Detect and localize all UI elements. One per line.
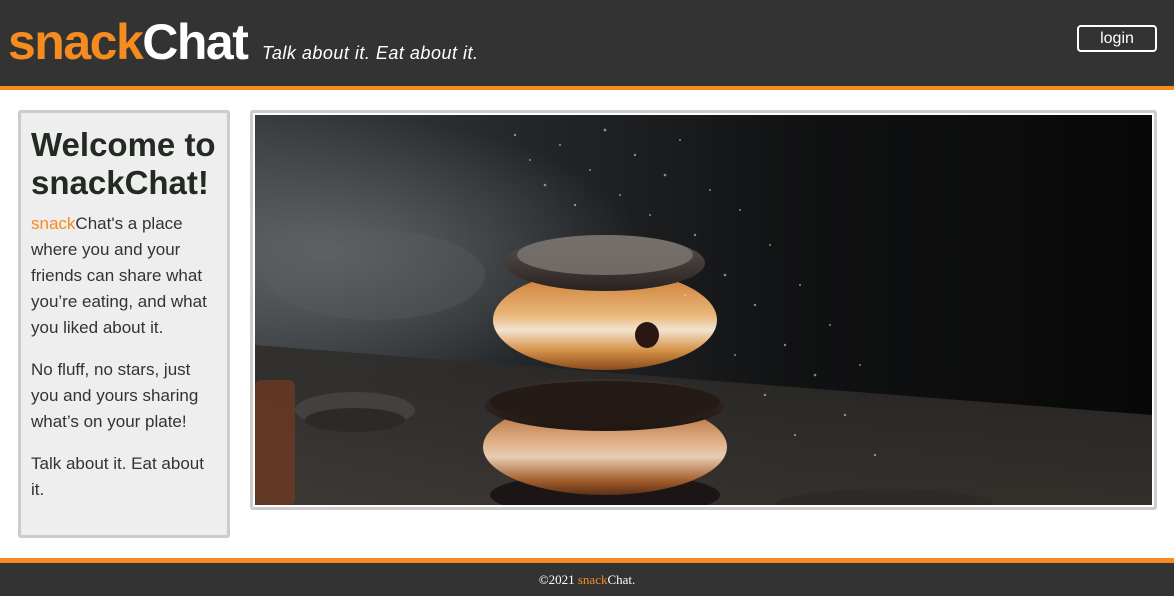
header-accent-rule bbox=[0, 86, 1174, 90]
logo-chat-text: Chat bbox=[142, 14, 249, 70]
slogan-paragraph: Talk about it. Eat about it. bbox=[31, 454, 204, 499]
no-fluff-paragraph: No fluff, no stars, just you and yours s… bbox=[31, 360, 199, 431]
site-tagline: Talk about it. Eat about it. bbox=[262, 43, 479, 63]
footer-chat-text: Chat. bbox=[607, 572, 636, 587]
login-button[interactable]: login bbox=[1077, 25, 1157, 52]
site-logo[interactable]: snackChat bbox=[8, 14, 249, 70]
hero-donut-image bbox=[255, 115, 1152, 505]
welcome-title: Welcome to snackChat! bbox=[31, 126, 216, 201]
site-header: snackChat Talk about it. Eat about it. l… bbox=[0, 0, 1174, 86]
intro-snack-text: snack bbox=[31, 214, 76, 233]
intro-paragraph: snackChat's a place where you and your f… bbox=[31, 211, 217, 341]
footer-copyright-text: ©2021 bbox=[538, 572, 578, 587]
footer-snack-text: snack bbox=[577, 572, 608, 587]
site-footer: ©2021 snackChat. bbox=[0, 563, 1174, 596]
logo-snack-text: snack bbox=[8, 14, 144, 70]
welcome-sidebar: Welcome to snackChat! snackChat's a plac… bbox=[18, 110, 230, 538]
hero-image-frame bbox=[250, 110, 1157, 510]
